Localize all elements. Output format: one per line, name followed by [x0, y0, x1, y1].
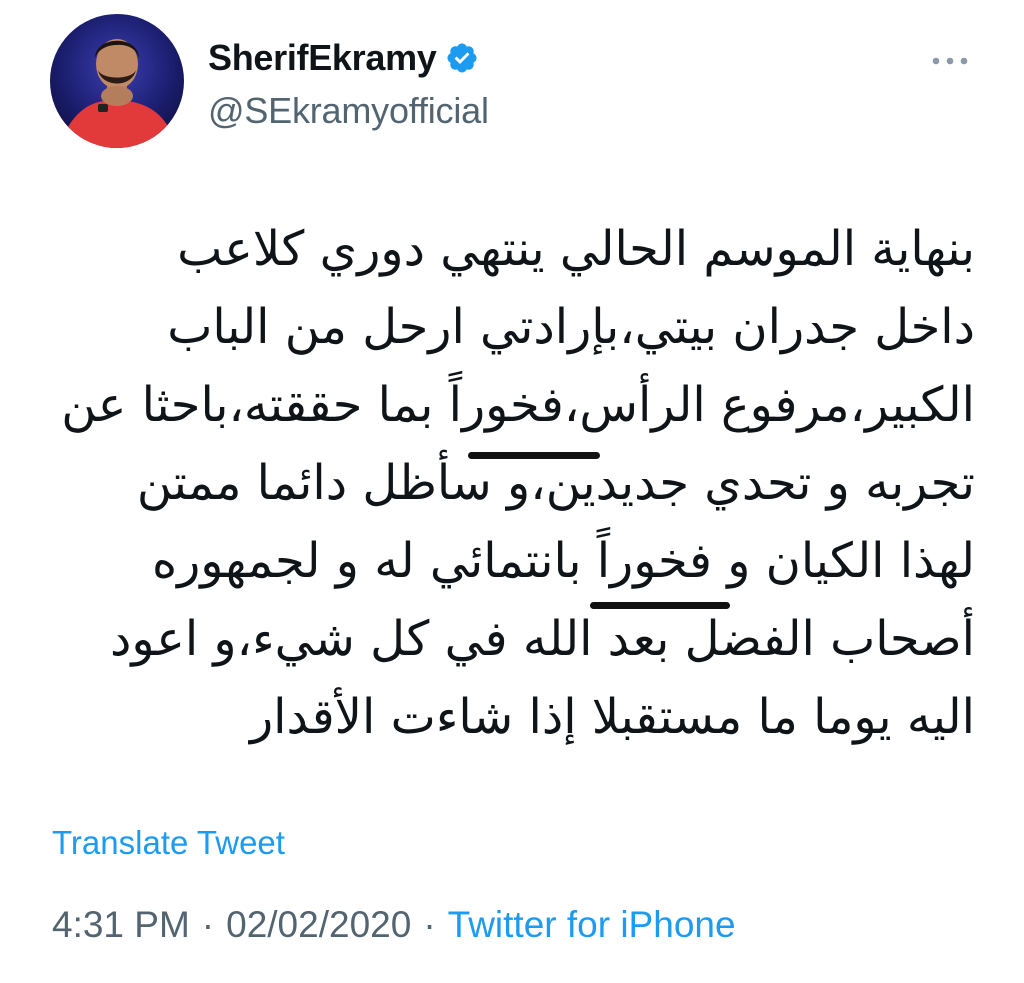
meta-separator: · — [201, 904, 215, 945]
author-names: SherifEkramy @SEkramyofficial — [208, 34, 489, 132]
tweet-line: اليه يوما ما مستقبلا إذا شاءت الأقدار — [250, 689, 975, 745]
avatar[interactable] — [50, 14, 184, 148]
tweet-meta: 4:31 PM · 02/02/2020 · Twitter for iPhone — [52, 904, 736, 946]
tweet-text: بنهاية الموسم الحالي ينتهي دوري كلاعب دا… — [50, 210, 975, 756]
tweet-line: الكبير،مرفوع الرأس،فخوراً بما حققته،باحث… — [61, 377, 975, 433]
verified-badge-icon — [445, 41, 479, 75]
tweet-line: أصحاب الفضل بعد الله في كل شيء،و اعود — [110, 611, 975, 667]
tweet-header: SherifEkramy @SEkramyofficial — [50, 14, 980, 154]
display-name-row: SherifEkramy — [208, 34, 489, 82]
avatar-photo — [50, 14, 184, 148]
translate-tweet-link[interactable]: Translate Tweet — [52, 824, 285, 862]
more-options-icon[interactable] — [930, 52, 970, 65]
tweet-source-link[interactable]: Twitter for iPhone — [448, 904, 736, 945]
author-handle[interactable]: @SEkramyofficial — [208, 90, 489, 132]
tweet-line: لهذا الكيان و فخوراً بانتمائي له و لجمهو… — [151, 533, 975, 589]
tweet-date[interactable]: 02/02/2020 — [226, 904, 411, 945]
underline-mark — [590, 602, 730, 609]
tweet-line: داخل جدران بيتي،بإرادتي ارحل من الباب — [167, 299, 975, 355]
tweet-line: بنهاية الموسم الحالي ينتهي دوري كلاعب — [177, 221, 975, 277]
meta-separator: · — [423, 904, 436, 945]
underline-mark — [468, 452, 600, 459]
display-name[interactable]: SherifEkramy — [208, 37, 437, 79]
tweet-time: 4:31 PM — [52, 904, 190, 945]
